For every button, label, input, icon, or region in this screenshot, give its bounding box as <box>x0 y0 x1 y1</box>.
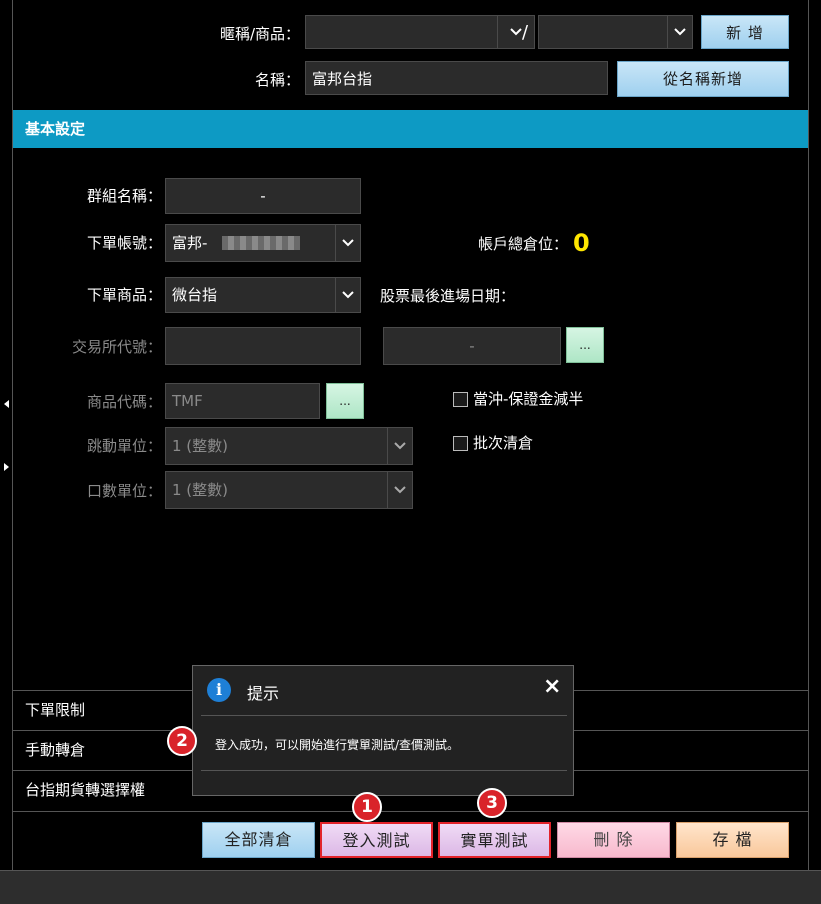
name-label: 名稱： <box>254 71 300 89</box>
step-badge-2: 2 <box>167 726 197 756</box>
info-icon: i <box>207 678 231 702</box>
chevron-down-icon[interactable] <box>387 428 412 464</box>
exchange-code-input[interactable] <box>165 327 361 365</box>
step-badge-1: 1 <box>352 792 382 822</box>
chevron-down-icon[interactable] <box>387 472 412 508</box>
exchange-code-label: 交易所代號： <box>71 338 162 356</box>
add-button[interactable]: 新 增 <box>701 15 789 49</box>
group-name-label: 群組名稱： <box>86 187 162 205</box>
login-test-button[interactable]: 登入測試 <box>320 822 433 858</box>
account-position-label: 帳戶總倉位： <box>477 235 568 253</box>
account-label: 下單帳號： <box>86 234 162 252</box>
tick-unit-select[interactable]: 1 (整數) <box>165 427 413 465</box>
clear-all-button[interactable]: 全部清倉 <box>202 822 315 858</box>
name-input[interactable]: 富邦台指 <box>305 61 608 95</box>
section-header-basic-settings[interactable]: 基本設定 <box>13 110 808 148</box>
save-button[interactable]: 存 檔 <box>676 822 789 858</box>
chevron-down-icon[interactable] <box>667 16 692 48</box>
account-value: 富邦- <box>172 234 208 252</box>
real-order-test-button[interactable]: 實單測試 <box>438 822 551 858</box>
chevron-down-icon[interactable] <box>335 225 360 261</box>
date-browse-button[interactable]: ... <box>566 327 604 363</box>
product-code-browse-button[interactable]: ... <box>326 383 364 419</box>
batch-close-checkbox[interactable] <box>453 436 468 451</box>
chevron-down-icon[interactable] <box>335 278 360 312</box>
expand-right-icon[interactable] <box>4 463 9 471</box>
daytrade-margin-half-label: 當沖-保證金減半 <box>473 390 584 408</box>
chevron-down-icon[interactable] <box>497 16 534 48</box>
lot-unit-select[interactable]: 1 (整數) <box>165 471 413 509</box>
dialog-title: 提示 <box>247 684 280 703</box>
daytrade-margin-half-checkbox[interactable] <box>453 392 468 407</box>
collapse-left-icon[interactable] <box>4 400 9 408</box>
order-product-label: 下單商品： <box>86 286 162 304</box>
nickname-product-label: 暱稱/商品： <box>219 25 300 43</box>
status-bar <box>0 870 821 904</box>
close-icon[interactable]: × <box>543 674 561 699</box>
add-from-name-button[interactable]: 從名稱新增 <box>617 61 789 97</box>
dialog-divider <box>201 715 567 716</box>
delete-button[interactable]: 刪 除 <box>557 822 670 858</box>
dialog-divider <box>201 770 567 771</box>
order-product-select[interactable]: 微台指 <box>165 277 361 313</box>
product-code-label: 商品代碼： <box>86 393 162 411</box>
lot-unit-label: 口數單位： <box>86 482 162 500</box>
group-name-input[interactable]: - <box>165 178 361 214</box>
dialog-message: 登入成功，可以開始進行實單測試/查價測試。 <box>215 738 460 752</box>
account-position-value: 0 <box>573 229 590 257</box>
info-dialog: i 提示 × 登入成功，可以開始進行實單測試/查價測試。 <box>192 665 574 796</box>
step-badge-3: 3 <box>477 788 507 818</box>
product-code-input[interactable]: TMF <box>165 383 320 419</box>
batch-close-label: 批次清倉 <box>473 434 534 452</box>
stock-last-entry-date-label: 股票最後進場日期： <box>380 287 516 305</box>
slash-separator: / <box>522 22 529 43</box>
masked-account-number <box>222 236 300 250</box>
last-entry-date-input[interactable]: - <box>383 327 561 365</box>
tick-unit-label: 跳動單位： <box>86 437 162 455</box>
